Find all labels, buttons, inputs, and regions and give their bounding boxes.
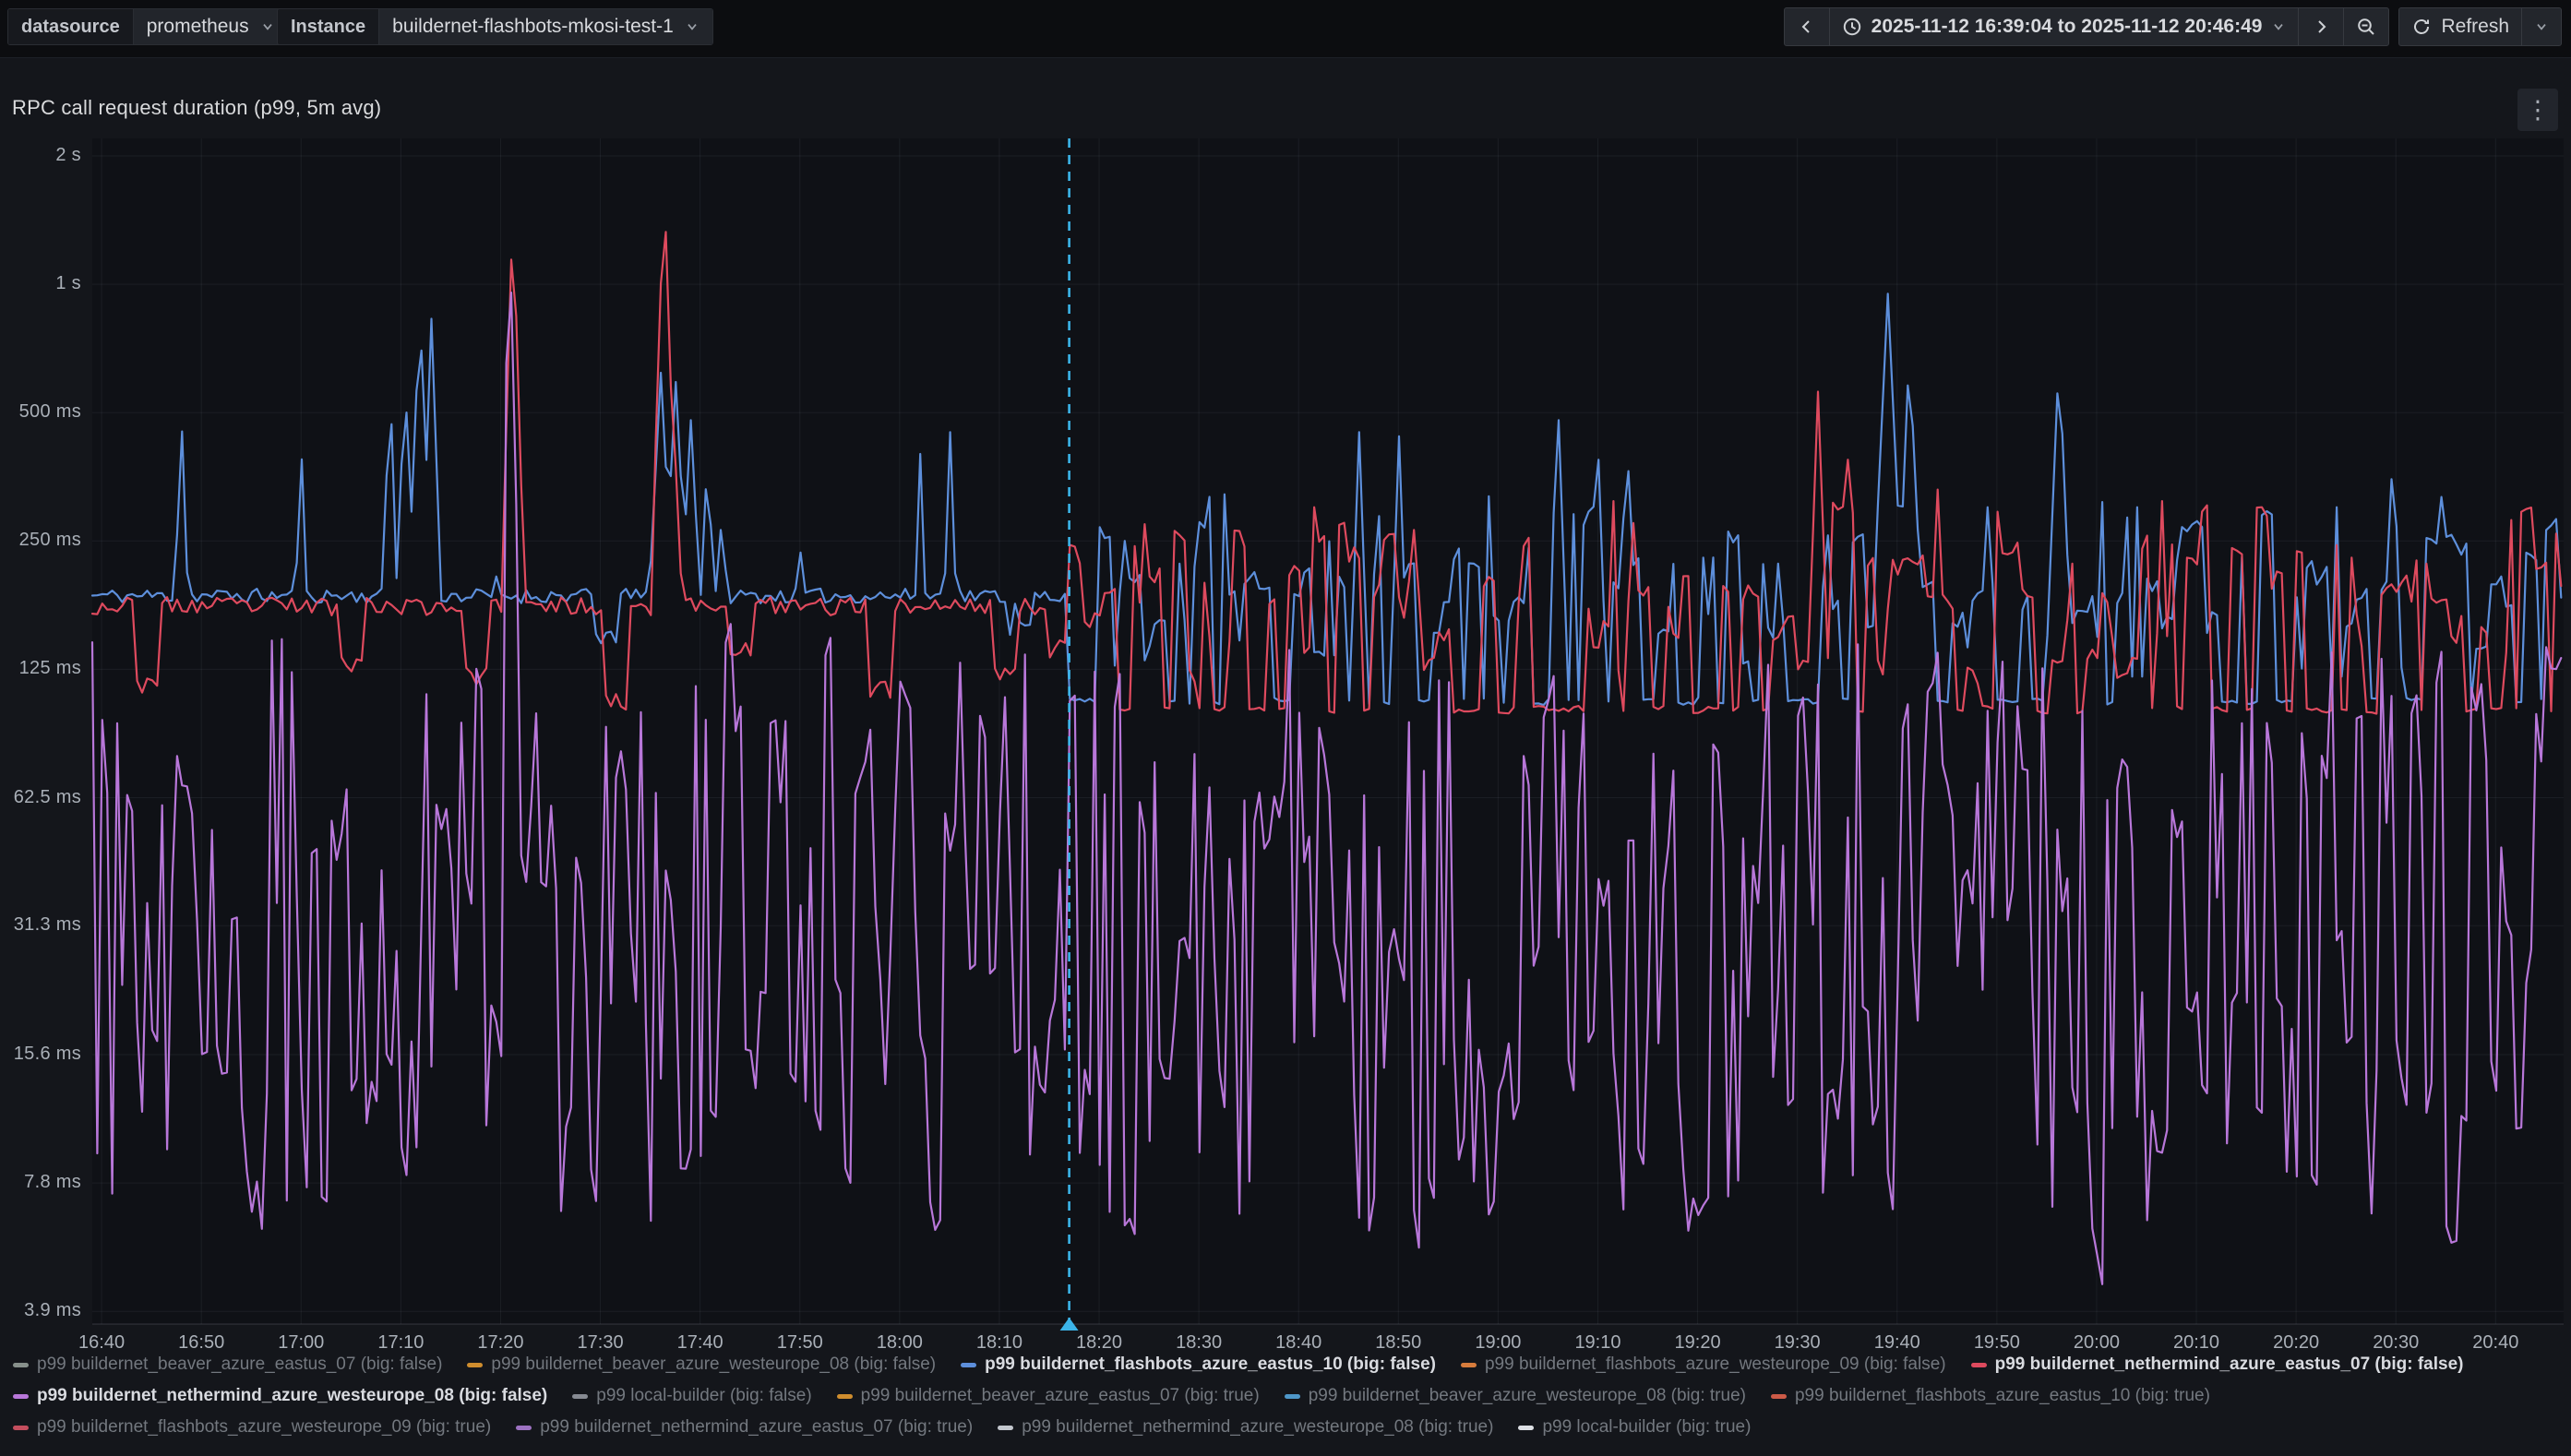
panel-menu-button[interactable]: ⋮	[2517, 89, 2558, 131]
refresh-label: Refresh	[2441, 16, 2509, 38]
chevron-down-icon	[260, 19, 275, 34]
time-picker-group: 2025-11-12 16:39:04 to 2025-11-12 20:46:…	[1784, 7, 2390, 46]
datasource-label: datasource	[8, 9, 134, 44]
legend-series-swatch	[467, 1363, 483, 1367]
instance-value[interactable]: buildernet-flashbots-mkosi-test-1	[379, 9, 712, 44]
y-tick-label: 500 ms	[0, 401, 81, 423]
legend-item[interactable]: p99 buildernet_nethermind_azure_eastus_0…	[516, 1417, 973, 1438]
instance-label: Instance	[278, 9, 379, 44]
legend-series-swatch	[13, 1426, 29, 1430]
legend-item[interactable]: p99 buildernet_nethermind_azure_westeuro…	[998, 1417, 1493, 1438]
legend-series-label: p99 buildernet_nethermind_azure_westeuro…	[1022, 1417, 1493, 1438]
chevron-down-icon	[2271, 19, 2286, 34]
refresh-interval-dropdown[interactable]	[2521, 7, 2562, 46]
legend-series-label: p99 buildernet_flashbots_azure_westeurop…	[1485, 1355, 1946, 1375]
kebab-icon: ⋮	[2526, 98, 2551, 123]
legend-item[interactable]: p99 buildernet_flashbots_azure_eastus_10…	[961, 1355, 1436, 1375]
time-shift-forward-button[interactable]	[2298, 7, 2344, 46]
time-shift-back-button[interactable]	[1784, 7, 1830, 46]
refresh-group: Refresh	[2398, 7, 2562, 46]
legend-series-swatch	[961, 1363, 976, 1367]
legend-series-swatch	[1518, 1426, 1534, 1430]
chevron-down-icon	[2534, 19, 2549, 34]
legend-series-label: p99 buildernet_beaver_azure_eastus_07 (b…	[861, 1386, 1260, 1406]
refresh-icon	[2411, 17, 2432, 37]
y-tick-label: 7.8 ms	[0, 1172, 81, 1193]
legend-series-label: p99 buildernet_beaver_azure_westeurope_0…	[1309, 1386, 1746, 1406]
legend-series-label: p99 local-builder (big: false)	[596, 1386, 811, 1406]
grafana-dashboard: datasource prometheus Instance builderne…	[0, 0, 2571, 1456]
legend-series-swatch	[516, 1426, 532, 1430]
legend-item[interactable]: p99 buildernet_beaver_azure_eastus_07 (b…	[13, 1355, 442, 1375]
clock-icon	[1842, 17, 1862, 37]
chevron-left-icon	[1797, 17, 1817, 37]
legend-item[interactable]: p99 buildernet_flashbots_azure_westeurop…	[1461, 1355, 1946, 1375]
legend-series-swatch	[13, 1394, 29, 1399]
legend-series-swatch	[998, 1426, 1013, 1430]
legend-series-label: p99 buildernet_flashbots_azure_westeurop…	[37, 1417, 491, 1438]
legend-row: p99 buildernet_nethermind_azure_westeuro…	[0, 1380, 2571, 1412]
y-tick-label: 125 ms	[0, 658, 81, 679]
datasource-picker[interactable]: datasource prometheus	[7, 8, 289, 45]
instance-picker[interactable]: Instance buildernet-flashbots-mkosi-test…	[277, 8, 713, 45]
y-tick-label: 1 s	[0, 273, 81, 294]
datasource-value-text: prometheus	[147, 16, 249, 38]
y-tick-label: 31.3 ms	[0, 914, 81, 936]
datasource-value[interactable]: prometheus	[134, 9, 288, 44]
legend-series-label: p99 buildernet_flashbots_azure_eastus_10…	[985, 1355, 1436, 1375]
chevron-right-icon	[2311, 17, 2331, 37]
legend-item[interactable]: p99 buildernet_beaver_azure_eastus_07 (b…	[837, 1386, 1260, 1406]
legend-series-label: p99 buildernet_beaver_azure_eastus_07 (b…	[37, 1355, 442, 1375]
legend-series-swatch	[837, 1394, 853, 1399]
time-range-text: 2025-11-12 16:39:04 to 2025-11-12 20:46:…	[1871, 16, 2263, 38]
legend-item[interactable]: p99 buildernet_beaver_azure_westeurope_0…	[467, 1355, 936, 1375]
y-tick-label: 250 ms	[0, 530, 81, 551]
legend-series-swatch	[1461, 1363, 1477, 1367]
legend-series-label: p99 local-builder (big: true)	[1542, 1417, 1751, 1438]
y-tick-label: 15.6 ms	[0, 1044, 81, 1065]
legend-item[interactable]: p99 local-builder (big: true)	[1518, 1417, 1751, 1438]
time-controls: 2025-11-12 16:39:04 to 2025-11-12 20:46:…	[1784, 7, 2562, 46]
y-tick-label: 2 s	[0, 145, 81, 166]
legend-series-swatch	[1285, 1394, 1300, 1399]
instance-value-text: buildernet-flashbots-mkosi-test-1	[392, 16, 674, 38]
y-tick-label: 62.5 ms	[0, 787, 81, 808]
legend-item[interactable]: p99 buildernet_flashbots_azure_westeurop…	[13, 1417, 491, 1438]
y-tick-label: 3.9 ms	[0, 1300, 81, 1321]
legend-series-swatch	[13, 1363, 29, 1367]
legend-row: p99 buildernet_beaver_azure_eastus_07 (b…	[0, 1349, 2571, 1380]
legend-series-label: p99 buildernet_nethermind_azure_westeuro…	[37, 1386, 547, 1406]
chevron-down-icon	[685, 19, 700, 34]
zoom-out-button[interactable]	[2343, 7, 2389, 46]
time-range-picker[interactable]: 2025-11-12 16:39:04 to 2025-11-12 20:46:…	[1829, 7, 2300, 46]
legend-series-swatch	[572, 1394, 588, 1399]
legend-series-label: p99 buildernet_nethermind_azure_eastus_0…	[1995, 1355, 2464, 1375]
legend-row: p99 buildernet_flashbots_azure_westeurop…	[0, 1412, 2571, 1443]
panel-title: RPC call request duration (p99, 5m avg)	[12, 96, 381, 120]
legend-series-swatch	[1971, 1363, 1987, 1367]
dashboard-submenu-bar: datasource prometheus Instance builderne…	[0, 0, 2571, 54]
legend-series-label: p99 buildernet_nethermind_azure_eastus_0…	[540, 1417, 973, 1438]
legend-item[interactable]: p99 buildernet_nethermind_azure_westeuro…	[13, 1386, 547, 1406]
timeseries-panel	[0, 57, 2571, 1456]
legend-item[interactable]: p99 buildernet_nethermind_azure_eastus_0…	[1971, 1355, 2464, 1375]
legend-item[interactable]: p99 buildernet_beaver_azure_westeurope_0…	[1285, 1386, 1746, 1406]
legend-item[interactable]: p99 local-builder (big: false)	[572, 1386, 811, 1406]
zoom-out-icon	[2356, 17, 2376, 37]
legend-series-swatch	[1771, 1394, 1787, 1399]
legend-item[interactable]: p99 buildernet_flashbots_azure_eastus_10…	[1771, 1386, 2210, 1406]
legend-series-label: p99 buildernet_beaver_azure_westeurope_0…	[491, 1355, 936, 1375]
legend-series-label: p99 buildernet_flashbots_azure_eastus_10…	[1795, 1386, 2210, 1406]
refresh-button[interactable]: Refresh	[2398, 7, 2522, 46]
legend: p99 buildernet_beaver_azure_eastus_07 (b…	[0, 1349, 2571, 1443]
